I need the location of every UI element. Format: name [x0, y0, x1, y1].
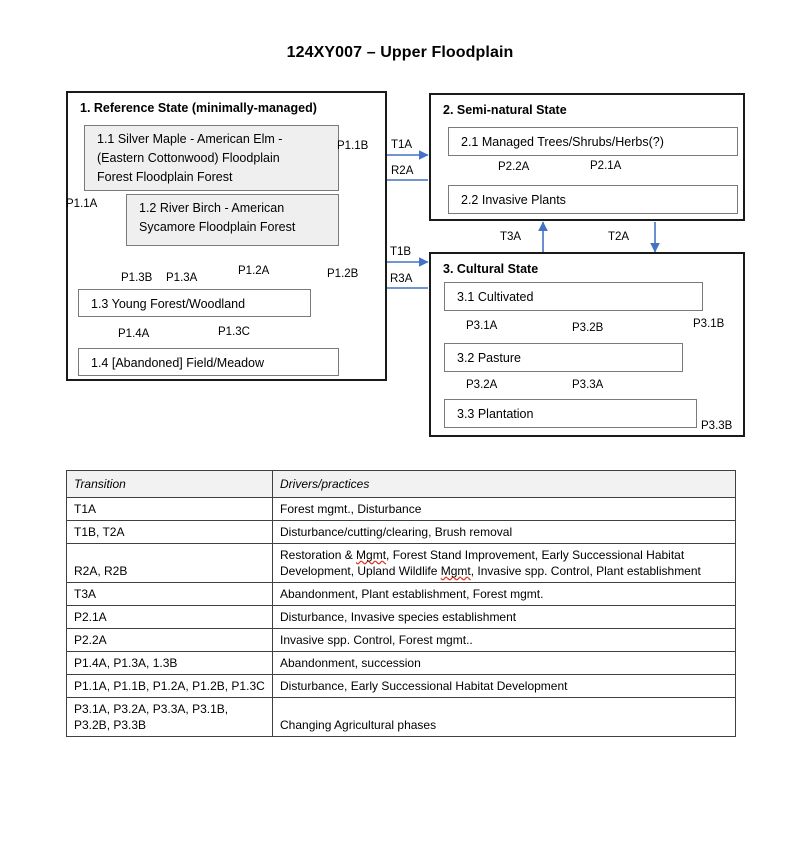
arrow-label-p3-2b: P3.2B [572, 322, 604, 334]
table-row: P1.4A, P1.3A, 1.3B Abandonment, successi… [66, 651, 736, 675]
cell-drivers: Disturbance/cutting/clearing, Brush remo… [272, 520, 736, 544]
cell-transition: P2.1A [66, 605, 273, 629]
arrow-label-p2-2a: P2.2A [498, 161, 530, 173]
cell-drivers: Disturbance, Early Successional Habitat … [272, 674, 736, 698]
arrow-label-p3-3a: P3.3A [572, 379, 604, 391]
state-transition-diagram: 1. Reference State (minimally-managed) 1… [0, 0, 800, 460]
phase-box-2-2: 2.2 Invasive Plants [448, 185, 738, 214]
spellcheck-word: Mgmt [356, 548, 387, 562]
arrow-label-r3a: R3A [390, 273, 413, 285]
cell-transition: T3A [66, 582, 273, 606]
column-header-transition: Transition [66, 470, 273, 498]
arrow-label-p1-3b: P1.3B [121, 272, 153, 284]
cell-drivers: Invasive spp. Control, Forest mgmt.. [272, 628, 736, 652]
phase-box-1-2: 1.2 River Birch - American Sycamore Floo… [126, 194, 339, 246]
state-title-cultural: 3. Cultural State [443, 262, 539, 276]
arrow-label-p1-1b: P1.1B [337, 140, 369, 152]
arrow-label-t2a: T2A [608, 231, 630, 243]
arrow-label-p1-1a: P1.1A [66, 198, 98, 210]
cell-drivers: Restoration & Mgmt, Forest Stand Improve… [272, 543, 736, 583]
table-row: P1.1A, P1.1B, P1.2A, P1.2B, P1.3C Distur… [66, 674, 736, 698]
arrow-label-p2-1a: P2.1A [590, 160, 622, 172]
arrow-label-p3-1b: P3.1B [693, 318, 725, 330]
arrow-label-p1-3a: P1.3A [166, 272, 198, 284]
cell-transition: P3.1A, P3.2A, P3.3A, P3.1B, P3.2B, P3.3B [66, 697, 273, 737]
cell-drivers: Abandonment, succession [272, 651, 736, 675]
arrow-label-t1b: T1B [390, 246, 412, 258]
table-row: P2.2A Invasive spp. Control, Forest mgmt… [66, 628, 736, 652]
table-header-row: Transition Drivers/practices [66, 470, 736, 498]
state-title-semi-natural: 2. Semi-natural State [443, 103, 567, 117]
spellcheck-word: Mgmt [440, 564, 471, 578]
transition-table: Transition Drivers/practices T1A Forest … [66, 470, 736, 737]
state-title-reference: 1. Reference State (minimally-managed) [80, 101, 317, 115]
phase-box-2-1: 2.1 Managed Trees/Shrubs/Herbs(?) [448, 127, 738, 156]
arrow-label-p1-2a: P1.2A [238, 265, 270, 277]
arrow-label-p1-4a: P1.4A [118, 328, 150, 340]
table-row: P2.1A Disturbance, Invasive species esta… [66, 605, 736, 629]
arrow-label-p3-2a: P3.2A [466, 379, 498, 391]
column-header-drivers: Drivers/practices [272, 470, 736, 498]
cell-drivers: Abandonment, Plant establishment, Forest… [272, 582, 736, 606]
arrow-label-t3a: T3A [500, 231, 522, 243]
phase-box-3-3: 3.3 Plantation [444, 399, 697, 428]
arrow-label-t1a: T1A [391, 139, 413, 151]
phase-box-1-3: 1.3 Young Forest/Woodland [78, 289, 311, 317]
phase-box-1-4: 1.4 [Abandoned] Field/Meadow [78, 348, 339, 376]
table-row: T1B, T2A Disturbance/cutting/clearing, B… [66, 520, 736, 544]
phase-box-3-1: 3.1 Cultivated [444, 282, 703, 311]
arrow-label-p3-1a: P3.1A [466, 320, 498, 332]
cell-transition: T1B, T2A [66, 520, 273, 544]
arrow-label-p1-3c: P1.3C [218, 326, 250, 338]
cell-transition: T1A [66, 497, 273, 521]
cell-transition: P1.4A, P1.3A, 1.3B [66, 651, 273, 675]
cell-transition: R2A, R2B [66, 543, 273, 583]
cell-drivers: Changing Agricultural phases [272, 697, 736, 737]
arrow-label-r2a: R2A [391, 165, 414, 177]
table-row: P3.1A, P3.2A, P3.3A, P3.1B, P3.2B, P3.3B… [66, 697, 736, 737]
arrow-label-p3-3b: P3.3B [701, 420, 733, 432]
table-row: T1A Forest mgmt., Disturbance [66, 497, 736, 521]
cell-drivers: Forest mgmt., Disturbance [272, 497, 736, 521]
table-row: T3A Abandonment, Plant establishment, Fo… [66, 582, 736, 606]
table-row: R2A, R2B Restoration & Mgmt, Forest Stan… [66, 543, 736, 583]
arrow-label-p1-2b: P1.2B [327, 268, 359, 280]
cell-transition: P2.2A [66, 628, 273, 652]
cell-drivers: Disturbance, Invasive species establishm… [272, 605, 736, 629]
phase-box-3-2: 3.2 Pasture [444, 343, 683, 372]
phase-box-1-1: 1.1 Silver Maple - American Elm - (Easte… [84, 125, 339, 191]
cell-transition: P1.1A, P1.1B, P1.2A, P1.2B, P1.3C [66, 674, 273, 698]
